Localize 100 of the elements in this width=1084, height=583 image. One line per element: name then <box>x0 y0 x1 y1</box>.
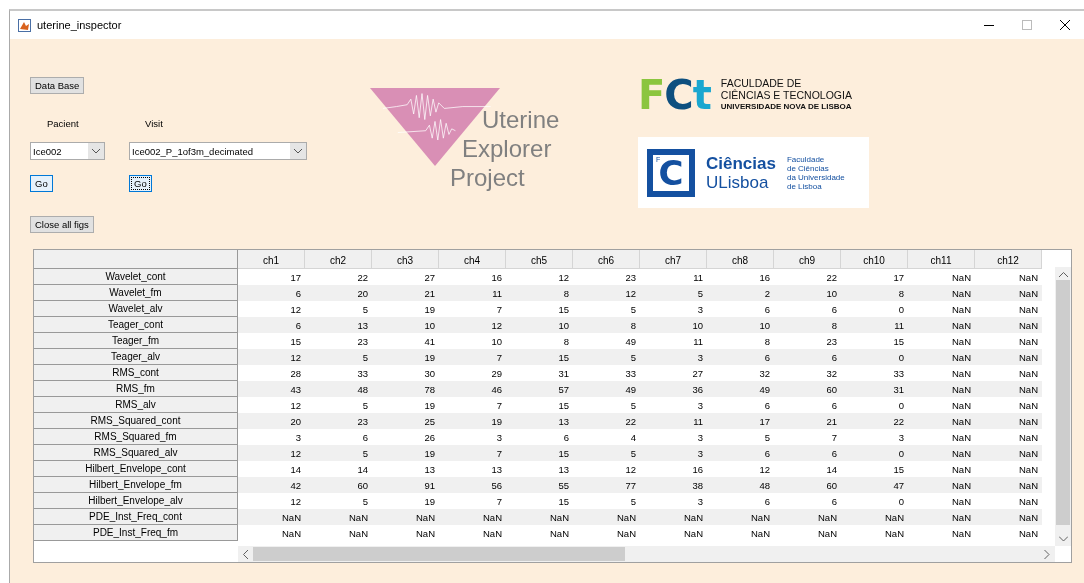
table-cell: NaN <box>707 509 774 525</box>
table-cell: 60 <box>305 477 372 493</box>
table-cell: 13 <box>506 413 573 429</box>
table-cell: 25 <box>372 413 439 429</box>
table-cell: 6 <box>707 349 774 365</box>
close-figures-button[interactable]: Close all figs <box>30 216 94 233</box>
scroll-up-icon <box>1058 272 1068 278</box>
field-label: Pacient <box>47 118 79 131</box>
table-cell: 19 <box>439 413 506 429</box>
table-cell: 0 <box>841 445 908 461</box>
row-header: PDE_Inst_Freq_fm <box>34 525 238 541</box>
logo-text: Project <box>450 163 525 192</box>
table-cell: 31 <box>841 381 908 397</box>
column-header: ch12 <box>975 250 1042 269</box>
table-cell: 8 <box>841 285 908 301</box>
database-button[interactable]: Data Base <box>30 77 85 94</box>
table-cell: 3 <box>640 445 707 461</box>
column-header: ch2 <box>305 250 372 269</box>
logo-text: UNIVERSIDADE NOVA DE LISBOA <box>720 101 852 113</box>
table-cell: 3 <box>640 349 707 365</box>
table-cell: NaN <box>975 381 1042 397</box>
window-title: uterine_inspector <box>37 19 123 31</box>
fct-logo-mark: FCt <box>638 77 711 113</box>
column-header: ch7 <box>640 250 707 269</box>
table-cell: NaN <box>975 285 1042 301</box>
column-header: ch5 <box>506 250 573 269</box>
table-cell: 15 <box>506 445 573 461</box>
column-header: ch10 <box>841 250 908 269</box>
table-cell: 6 <box>238 285 305 301</box>
table-cell: 46 <box>439 381 506 397</box>
table-cell: NaN <box>975 349 1042 365</box>
table-cell: 17 <box>707 413 774 429</box>
table-cell: 8 <box>573 317 640 333</box>
table-cell: 12 <box>238 349 305 365</box>
row-header: Teager_cont <box>34 317 238 333</box>
column-header: ch1 <box>238 250 305 269</box>
horizontal-scrollbar[interactable] <box>238 546 1055 562</box>
field-label: Visit <box>145 118 163 131</box>
table-cell: NaN <box>506 509 573 525</box>
row-header: RMS_cont <box>34 365 238 381</box>
dropdown[interactable]: Ice002 <box>30 142 105 160</box>
go-button[interactable]: Go <box>129 175 152 192</box>
table-cell: 5 <box>305 349 372 365</box>
table-cell: 48 <box>707 477 774 493</box>
table-cell: 57 <box>506 381 573 397</box>
logo-text: Faculdade <box>786 154 826 164</box>
table-cell: 56 <box>439 477 506 493</box>
row-header: Hilbert_Envelope_fm <box>34 477 238 493</box>
table-cell: 21 <box>372 285 439 301</box>
table-cell: 13 <box>305 317 372 333</box>
table-cell: 12 <box>439 317 506 333</box>
column-header: ch4 <box>439 250 506 269</box>
table-cell: NaN <box>908 381 975 397</box>
table-cell: 6 <box>238 317 305 333</box>
table-cell: 11 <box>439 285 506 301</box>
table-cell: 19 <box>372 445 439 461</box>
minimize-icon <box>984 24 994 26</box>
table-cell: NaN <box>975 317 1042 333</box>
row-header: RMS_Squared_cont <box>34 413 238 429</box>
table-cell: 8 <box>774 317 841 333</box>
table-cell: 49 <box>707 381 774 397</box>
table-cell: 5 <box>573 349 640 365</box>
table-cell: 0 <box>841 349 908 365</box>
table-cell: 6 <box>774 445 841 461</box>
table-cell: 60 <box>774 477 841 493</box>
table-cell: 43 <box>238 381 305 397</box>
scroll-left-icon <box>243 549 249 559</box>
logo-text: Explorer <box>462 134 552 163</box>
row-header: PDE_Inst_Freq_cont <box>34 509 238 525</box>
caret-icon <box>92 148 100 154</box>
row-header: RMS_fm <box>34 381 238 397</box>
table-cell: 60 <box>774 381 841 397</box>
vertical-scrollbar[interactable] <box>1055 267 1071 546</box>
row-header: Wavelet_cont <box>34 269 238 285</box>
logo-text: da Universidade <box>786 172 845 182</box>
table-cell: NaN <box>975 445 1042 461</box>
column-header: ch3 <box>372 250 439 269</box>
table-cell: NaN <box>975 477 1042 493</box>
table-cell: 91 <box>372 477 439 493</box>
table-cell: 8 <box>506 285 573 301</box>
table-cell: 77 <box>573 477 640 493</box>
table-cell: 10 <box>372 317 439 333</box>
row-header: Wavelet_fm <box>34 285 238 301</box>
go-button[interactable]: Go <box>30 175 53 192</box>
table-cell: 78 <box>372 381 439 397</box>
table-cell: 38 <box>640 477 707 493</box>
scroll-right-icon <box>1044 549 1050 559</box>
column-header: ch11 <box>908 250 975 269</box>
app-icon <box>18 18 31 32</box>
dropdown[interactable]: Ice002_P_1of3m_decimated <box>129 142 307 160</box>
table-cell: 23 <box>305 413 372 429</box>
table-cell: NaN <box>908 285 975 301</box>
table-cell: 19 <box>372 349 439 365</box>
table-cell: NaN <box>305 509 372 525</box>
row-header: Teager_fm <box>34 333 238 349</box>
table-cell: 22 <box>841 413 908 429</box>
logo-text: de Lisboa <box>786 181 823 191</box>
maximize-icon <box>1022 20 1032 30</box>
table-cell: NaN <box>238 509 305 525</box>
table-cell: 22 <box>573 413 640 429</box>
